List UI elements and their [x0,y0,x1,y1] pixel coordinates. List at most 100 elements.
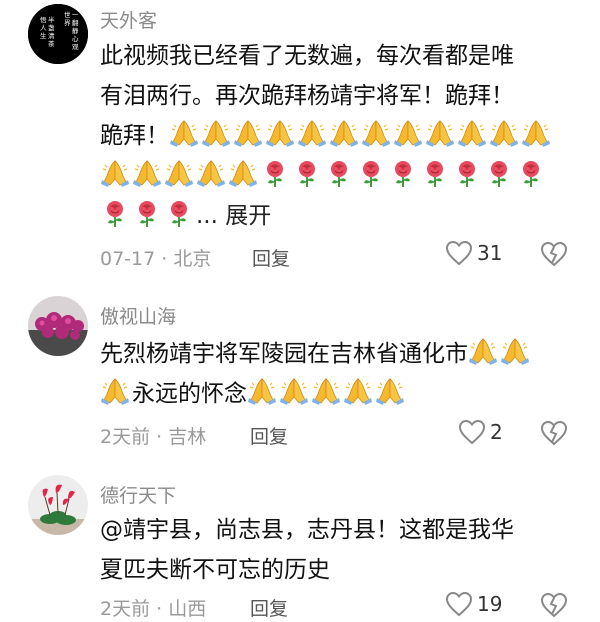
heart-icon [445,240,473,266]
rose-emoji-icon [170,200,188,228]
comment-location: 山西 [168,598,207,620]
comment-text-line: 有泪两行。再次跪拜杨靖宇将军！跪拜！ [100,83,514,109]
username[interactable]: 傲视山海 [100,302,176,329]
svg-text:观: 观 [72,43,79,51]
username[interactable]: 德行天下 [100,481,176,508]
praying-hands-emoji-icon [201,120,231,148]
praying-hands-emoji-icon [375,378,405,406]
svg-text:生: 生 [40,31,47,40]
reply-button[interactable]: 回复 [250,422,288,449]
comment-text: 此视频我已经看了无数遍，每次看都是唯 有泪两行。再次跪拜杨靖宇将军！跪拜！ 跪拜… [100,36,570,236]
dislike-button[interactable] [540,420,568,450]
like-count: 31 [477,241,503,265]
praying-hands-emoji-icon [457,120,487,148]
emoji-run [468,338,532,367]
heart-icon [458,419,486,445]
comment-text-line: 跪拜！ [100,116,570,156]
rose-emoji-icon [298,160,316,188]
comment-text-segment: 先烈杨靖宇将军陵园在吉林省通化市 [100,341,468,367]
comment-meta: 2天前 · 山西 [100,594,206,621]
rose-emoji-icon [266,160,284,188]
like-count: 2 [490,420,503,444]
praying-hands-emoji-icon [164,160,194,188]
praying-hands-emoji-icon [169,120,199,148]
dislike-button[interactable] [540,592,568,622]
comment-text-segment: 跪拜！ [100,123,169,149]
rose-emoji-icon [330,160,348,188]
flower-avatar-image [28,296,88,356]
svg-text:人: 人 [40,24,47,32]
emoji-run [100,378,132,407]
broken-heart-icon [540,420,568,446]
meta-separator: · [150,598,169,620]
comment-text-segment: 永远的怀念 [132,381,247,407]
rose-emoji-icon [490,160,508,188]
rose-emoji-icon [106,200,124,228]
svg-text:世: 世 [64,10,71,19]
praying-hands-emoji-icon [100,378,130,406]
reply-button[interactable]: 回复 [252,244,290,271]
username[interactable]: 天外客 [100,6,157,33]
praying-hands-emoji-icon [329,120,359,148]
comment-text-line: 此视频我已经看了无数遍，每次看都是唯 [100,43,514,69]
rose-emoji-icon [138,200,156,228]
avatar[interactable] [28,475,88,535]
praying-hands-emoji-icon [500,338,530,366]
praying-hands-emoji-icon [247,378,277,406]
svg-text:翻: 翻 [72,18,79,27]
svg-text:静: 静 [72,26,79,35]
praying-hands-emoji-icon [343,378,373,406]
meta-separator: · [155,248,174,270]
svg-text:悟: 悟 [40,15,47,24]
svg-text:盏: 盏 [48,23,55,32]
meta-separator: · [150,426,169,448]
comment-text-line: 先烈杨靖宇将军陵园在吉林省通化市 [100,334,570,374]
praying-hands-emoji-icon [393,120,423,148]
rose-emoji-icon [522,160,540,188]
praying-hands-emoji-icon [311,378,341,406]
cyclamen-avatar-image [28,475,88,535]
comment-date: 2天前 [100,598,151,620]
comment-location: 北京 [173,248,212,270]
praying-hands-emoji-icon [265,120,295,148]
avatar[interactable] [28,296,88,356]
praying-hands-emoji-icon [233,120,263,148]
emoji-run [247,378,407,407]
svg-text:心: 心 [72,35,79,43]
rose-emoji-icon [426,160,444,188]
comment-text: 先烈杨靖宇将军陵园在吉林省通化市 永远的怀念 [100,334,570,414]
praying-hands-emoji-icon [489,120,519,148]
praying-hands-emoji-icon [279,378,309,406]
emoji-run [260,160,548,189]
praying-hands-emoji-icon [100,160,130,188]
emoji-run [169,120,553,149]
expand-button[interactable]: ... 展开 [196,203,271,229]
comment-text: @靖宇县，尚志县，志丹县！这都是我华 夏匹夫断不可忘的历史 [100,510,570,590]
praying-hands-emoji-icon [297,120,327,148]
comment-date: 2天前 [100,426,151,448]
praying-hands-emoji-icon [132,160,162,188]
calligraphy-avatar-image: 一翻静心观 世界 半盏清茶 悟人生 [28,4,88,64]
like-count: 19 [477,592,503,616]
svg-text:一: 一 [72,11,79,19]
like-button[interactable]: 31 [445,240,502,266]
comment-date: 07-17 [100,248,156,270]
dislike-button[interactable] [540,241,568,271]
broken-heart-icon [540,241,568,267]
like-button[interactable]: 19 [445,591,502,617]
rose-emoji-icon [458,160,476,188]
comment-text-line: 永远的怀念 [100,374,570,414]
comment-meta: 2天前 · 吉林 [100,422,206,449]
avatar[interactable]: 一翻静心观 世界 半盏清茶 悟人生 [28,4,88,64]
svg-text:界: 界 [64,19,71,27]
like-button[interactable]: 2 [458,419,503,445]
svg-text:半: 半 [48,15,55,24]
praying-hands-emoji-icon [361,120,391,148]
emoji-run [100,200,196,229]
praying-hands-emoji-icon [228,160,258,188]
reply-button[interactable]: 回复 [250,594,288,621]
praying-hands-emoji-icon [468,338,498,366]
praying-hands-emoji-icon [425,120,455,148]
svg-text:茶: 茶 [48,39,55,48]
emoji-run [100,160,260,189]
